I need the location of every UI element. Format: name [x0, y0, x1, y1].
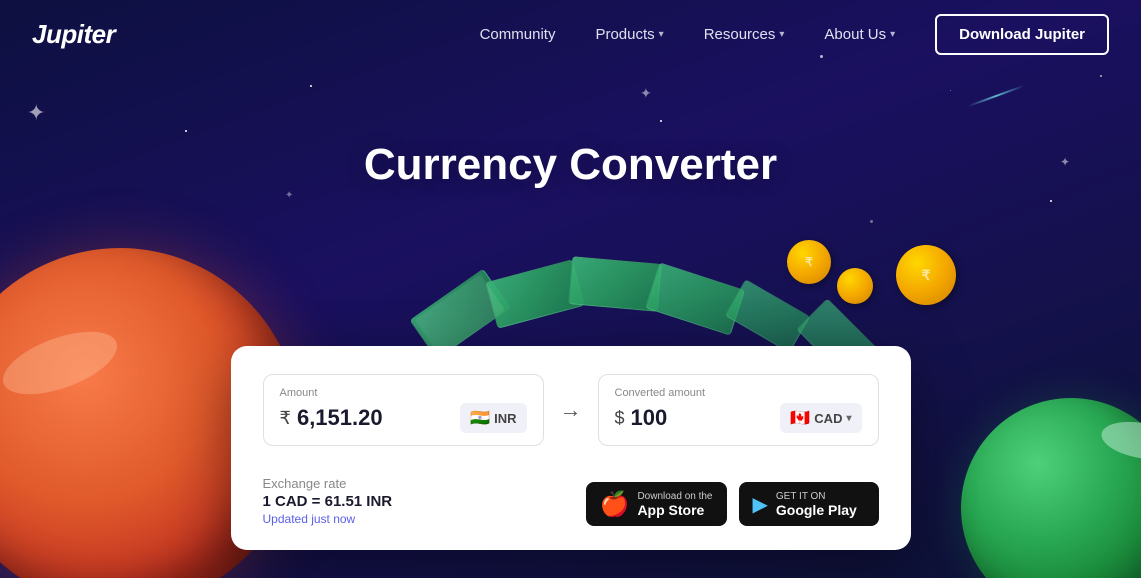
amount-label: Amount — [280, 387, 527, 399]
shooting-star — [967, 85, 1024, 107]
page-title: Currency Converter — [364, 140, 777, 190]
app-store-badge[interactable]: 🍎 Download on the App Store — [586, 482, 727, 526]
logo[interactable]: Jupiter — [32, 19, 115, 50]
star — [1050, 200, 1052, 202]
chevron-down-icon: ▾ — [659, 29, 664, 40]
gold-coin — [837, 268, 873, 304]
from-currency-badge[interactable]: 🇮🇳 INR — [460, 403, 526, 433]
updated-text: Updated just now — [263, 512, 393, 526]
sparkle: ✦ — [1060, 155, 1070, 169]
google-play-sub: GET IT ON — [776, 491, 857, 502]
nav-community[interactable]: Community — [464, 18, 572, 51]
amount-input[interactable] — [297, 405, 460, 431]
planet-right — [961, 398, 1141, 578]
star — [950, 90, 951, 91]
nav-resources[interactable]: Resources ▾ — [688, 18, 801, 51]
converter-card: Amount ₹ 🇮🇳 INR → Converted amount $ — [231, 346, 911, 550]
google-play-text: GET IT ON Google Play — [776, 491, 857, 518]
converted-label: Converted amount — [615, 387, 862, 399]
star — [185, 130, 187, 132]
star — [310, 85, 312, 87]
gold-coin — [787, 240, 831, 284]
nav-products[interactable]: Products ▾ — [579, 18, 679, 51]
gold-coin — [896, 245, 956, 305]
exchange-info: Exchange rate 1 CAD = 61.51 INR Updated … — [263, 476, 393, 526]
star — [870, 220, 873, 223]
converted-amount-field: Converted amount $ 🇨🇦 CAD ▾ — [598, 374, 879, 446]
app-store-text: Download on the App Store — [637, 491, 712, 518]
app-store-name: App Store — [637, 502, 712, 518]
apple-icon: 🍎 — [600, 490, 630, 518]
download-jupiter-button[interactable]: Download Jupiter — [935, 14, 1109, 55]
planet-left-shine — [0, 319, 125, 407]
converter-bottom-row: Exchange rate 1 CAD = 61.51 INR Updated … — [263, 460, 879, 526]
money-bill — [645, 262, 745, 335]
google-play-badge[interactable]: ▶ GET IT ON Google Play — [739, 482, 879, 526]
cad-symbol: $ — [615, 408, 625, 429]
sparkle: ✦ — [285, 190, 293, 201]
chevron-down-icon: ▾ — [779, 29, 784, 40]
app-store-sub: Download on the — [637, 491, 712, 502]
exchange-rate-label: Exchange rate — [263, 476, 393, 491]
to-currency-code: CAD — [814, 411, 842, 426]
planet-right-ice — [1099, 416, 1141, 464]
amount-field: Amount ₹ 🇮🇳 INR — [263, 374, 544, 446]
nav-links: Community Products ▾ Resources ▾ About U… — [464, 14, 1109, 55]
inr-symbol: ₹ — [280, 408, 291, 429]
chevron-down-icon: ▾ — [846, 413, 851, 424]
hero-background: ✦ ✦ ✦ ✦ Jupiter Community Products ▾ — [0, 0, 1141, 578]
swap-arrow-icon[interactable]: → — [560, 397, 582, 423]
sparkle: ✦ — [640, 85, 652, 102]
sparkle: ✦ — [27, 100, 45, 126]
exchange-rate-value: 1 CAD = 61.51 INR — [263, 493, 393, 510]
cad-flag: 🇨🇦 — [790, 408, 810, 428]
amount-input-row: ₹ 🇮🇳 INR — [280, 403, 527, 433]
converted-input-row: $ 🇨🇦 CAD ▾ — [615, 403, 862, 433]
navigation: Jupiter Community Products ▾ Resources ▾… — [0, 0, 1141, 68]
nav-about-us[interactable]: About Us ▾ — [808, 18, 911, 51]
google-play-name: Google Play — [776, 502, 857, 518]
converter-input-row: Amount ₹ 🇮🇳 INR → Converted amount $ — [263, 374, 879, 446]
star — [1100, 75, 1102, 77]
chevron-down-icon: ▾ — [890, 29, 895, 40]
google-play-icon: ▶ — [753, 492, 768, 517]
from-currency-code: INR — [494, 411, 516, 426]
store-badges: 🍎 Download on the App Store ▶ GET IT ON … — [586, 482, 879, 526]
star — [660, 120, 662, 122]
converted-input[interactable] — [631, 405, 781, 431]
inr-flag: 🇮🇳 — [470, 408, 490, 428]
to-currency-select[interactable]: 🇨🇦 CAD ▾ — [780, 403, 861, 433]
